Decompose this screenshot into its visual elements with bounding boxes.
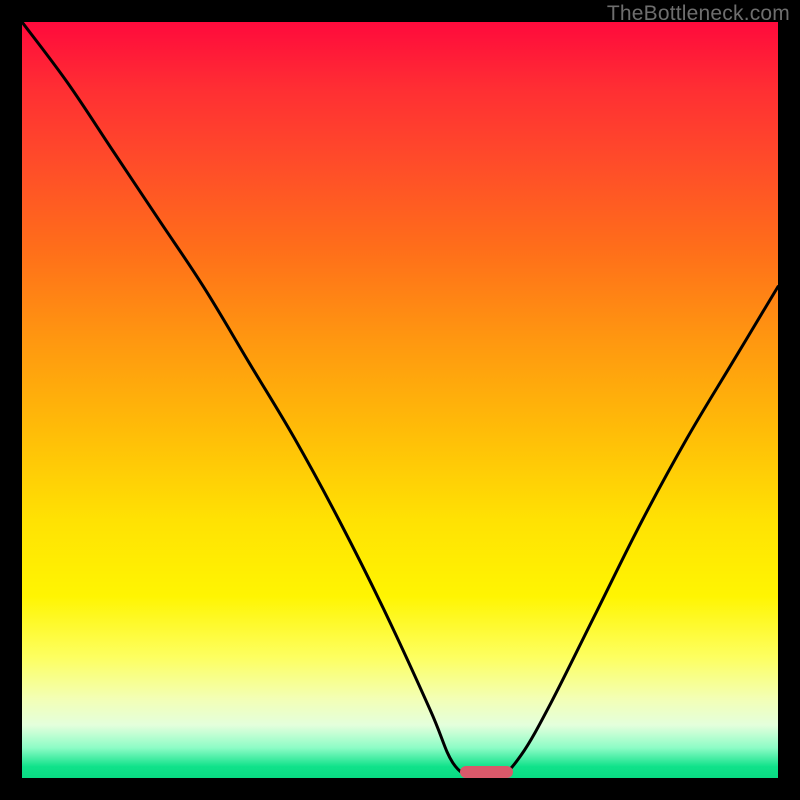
bottleneck-curve <box>22 22 778 778</box>
optimal-range-marker <box>460 766 513 778</box>
watermark-text: TheBottleneck.com <box>607 2 790 26</box>
chart-frame: TheBottleneck.com <box>0 0 800 800</box>
plot-area <box>22 22 778 778</box>
